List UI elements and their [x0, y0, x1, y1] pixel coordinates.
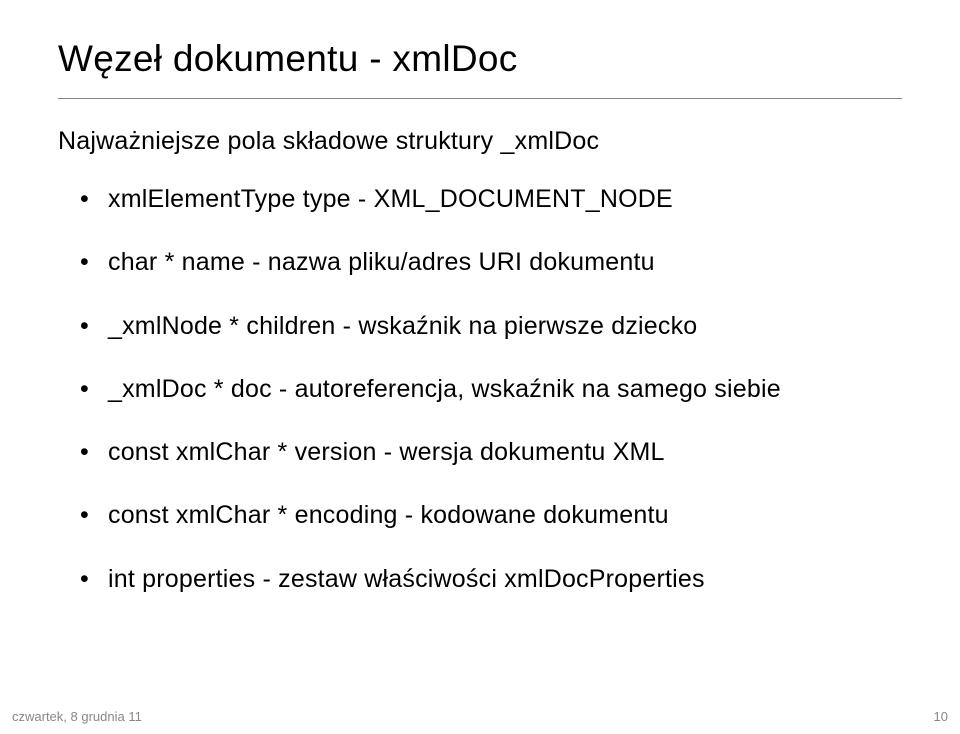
- subtitle: Najważniejsze pola składowe struktury _x…: [58, 127, 902, 156]
- footer: czwartek, 8 grudnia 11 10: [12, 709, 948, 724]
- bullet-list: xmlElementType type - XML_DOCUMENT_NODE …: [58, 184, 902, 595]
- list-item: _xmlNode * children - wskaźnik na pierws…: [80, 311, 902, 342]
- page-title: Węzeł dokumentu - xmlDoc: [58, 38, 902, 80]
- list-item: xmlElementType type - XML_DOCUMENT_NODE: [80, 184, 902, 215]
- footer-page-number: 10: [934, 709, 948, 724]
- list-item: const xmlChar * encoding - kodowane doku…: [80, 500, 902, 531]
- list-item: _xmlDoc * doc - autoreferencja, wskaźnik…: [80, 374, 902, 405]
- title-divider: [58, 98, 902, 99]
- slide-content: Węzeł dokumentu - xmlDoc Najważniejsze p…: [0, 0, 960, 595]
- footer-date: czwartek, 8 grudnia 11: [12, 709, 142, 724]
- list-item: int properties - zestaw właściwości xmlD…: [80, 564, 902, 595]
- list-item: char * name - nazwa pliku/adres URI doku…: [80, 247, 902, 278]
- list-item: const xmlChar * version - wersja dokumen…: [80, 437, 902, 468]
